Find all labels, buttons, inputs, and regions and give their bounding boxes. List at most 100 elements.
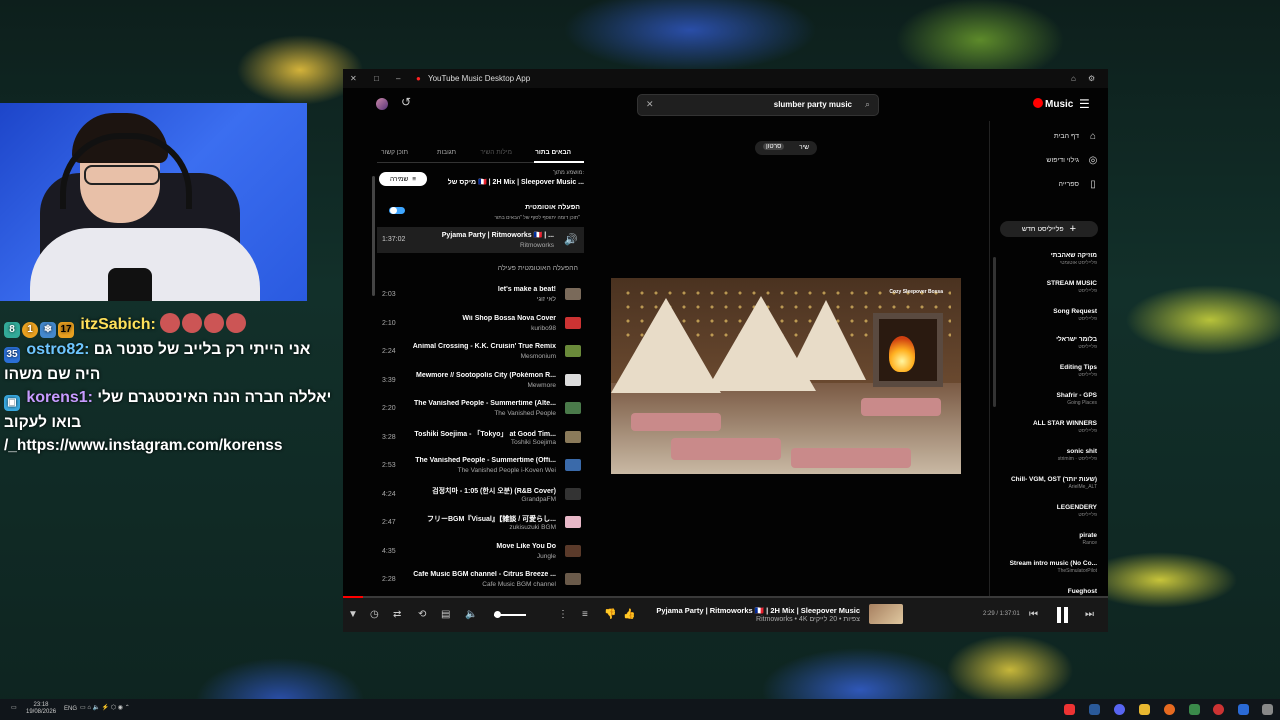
queue-item-artist: Cafe Music BGM channel <box>482 581 556 588</box>
shuffle-icon[interactable]: ⇄ <box>393 609 401 620</box>
maximize-icon[interactable]: □ <box>374 74 379 83</box>
notification-icon[interactable]: ▭ <box>11 704 17 711</box>
track-thumbnail[interactable] <box>869 604 903 624</box>
queue-item[interactable]: 3:28 Toshiki Soejima - 「Tokyo」 at Good Ti… <box>377 426 584 452</box>
playlist-item[interactable]: ALL STAR WINNERS פלייליסט <box>1002 420 1097 434</box>
avatar[interactable] <box>376 98 388 110</box>
search-icon[interactable]: ⌕ <box>865 99 870 110</box>
close-icon[interactable]: ✕ <box>350 74 357 83</box>
track-title[interactable]: Pyjama Party | Ritmoworks 🇫🇷 | 2H Mix | … <box>656 606 860 615</box>
queue-item[interactable]: 2:24 Animal Crossing - K.K. Cruisin' True… <box>377 340 584 366</box>
video-player[interactable]: Cozy Sleepover Bossa <box>611 278 961 474</box>
queue-item[interactable]: 2:03 let's make a beat! לאי זוגי <box>377 283 584 309</box>
now-playing-row[interactable]: 1:37:02 Pyjama Party | Ritmoworks 🇫🇷 | .… <box>377 227 584 253</box>
queue-item-title: let's make a beat! <box>497 286 556 293</box>
ytmusic-logo[interactable]: Music <box>1033 98 1073 110</box>
new-playlist-button[interactable]: פלייליסט חדש + <box>1000 221 1098 237</box>
like-icon[interactable]: 👍 <box>623 609 635 620</box>
playlist-item[interactable]: LEGENDERY פלייליסט <box>1002 504 1097 518</box>
progress-bar[interactable] <box>343 596 1108 598</box>
explore-icon: ◎ <box>1088 154 1098 166</box>
captions-icon[interactable]: ▤ <box>441 609 450 620</box>
tab-comments[interactable]: תגובות <box>437 149 456 156</box>
sidebar-item-home[interactable]: דף הבית ⌂ <box>1054 129 1099 143</box>
playlist-item[interactable]: sonic shit strimim · פלייליסט <box>1002 448 1097 462</box>
repeat-icon[interactable]: ⟲ <box>418 609 426 620</box>
previous-icon[interactable]: ⏮ <box>1029 609 1038 620</box>
playlist-subtitle: ArielMe_ALT <box>1068 484 1097 490</box>
queue-item-duration: 4:35 <box>382 547 396 555</box>
more-icon[interactable]: ⋮ <box>558 609 568 620</box>
language-indicator[interactable]: ENG <box>64 706 77 712</box>
discord-taskbar-icon[interactable] <box>1114 704 1125 715</box>
playlist-item[interactable]: Song Request פלייליסט <box>1002 308 1097 322</box>
cube-badge-icon: ▣ <box>4 395 20 411</box>
sidebar-item-explore[interactable]: גילוי ודיפוש ◎ <box>1046 153 1099 167</box>
dislike-icon[interactable]: 👎 <box>604 609 616 620</box>
queue-icon[interactable]: ≡ <box>582 609 588 620</box>
tier-badge-icon: 17 <box>58 322 74 338</box>
autoplay-toggle[interactable] <box>389 207 405 214</box>
playlist-item[interactable]: Editing Tips פלייליסט <box>1002 364 1097 378</box>
tray-icons[interactable]: ▭ ⌂ 🔈 ⚡ ⬡ ◉ ⌃ <box>80 704 130 711</box>
tab-up-next[interactable]: הבאים בתור <box>535 149 571 156</box>
app3-taskbar-icon[interactable] <box>1262 704 1273 715</box>
emote-icon <box>182 313 203 333</box>
folder-taskbar-icon[interactable] <box>1139 704 1150 715</box>
timer-icon[interactable]: ◷ <box>370 609 379 620</box>
menu-icon[interactable]: ☰ <box>1079 97 1090 111</box>
video-toggle[interactable]: סרטון <box>763 143 785 150</box>
queue-item[interactable]: 2:53 The Vanished People - Summertime (Of… <box>377 454 584 480</box>
playlist-item[interactable]: pirate Rance <box>1002 532 1097 546</box>
queue-item[interactable]: 2:20 The Vanished People - Summertime (Al… <box>377 397 584 423</box>
queue-item[interactable]: 4:35 Move Like You Do Jungle <box>377 540 584 566</box>
ytmusic-taskbar-icon[interactable] <box>1064 704 1075 715</box>
next-icon[interactable]: ⏭ <box>1085 609 1094 620</box>
clear-search-icon[interactable]: ✕ <box>646 99 654 110</box>
playlist-item[interactable]: מוזיקה שאהבתי פלייליסט אוטומטי <box>1002 252 1097 266</box>
queue-item-artist: The Vanished People <box>494 410 556 417</box>
sidebar-scrollbar[interactable] <box>993 257 996 407</box>
save-button[interactable]: שמירה ≡ <box>379 172 427 186</box>
queue-item[interactable]: 3:39 Mewmore // Sootopolis City (Pokémon … <box>377 369 584 395</box>
playlist-item[interactable]: Stream intro music (No Co... TheSimulator… <box>1002 560 1097 574</box>
sidebar-item-library[interactable]: ספרייה ▯ <box>1059 177 1099 191</box>
queue-item[interactable]: 4:24 검정치마 - 1:05 (한시 오분) (R&B Cover) Grand… <box>377 483 584 509</box>
playlist-item[interactable]: Chill- VGM, OST (שעות יותר) ArielMe_ALT <box>1002 476 1097 490</box>
minimize-icon[interactable]: – <box>396 74 400 83</box>
queue-item[interactable]: 2:28 Cafe Music BGM channel - Citrus Bree… <box>377 568 584 594</box>
home-small-icon[interactable]: ⌂ <box>1071 74 1076 83</box>
queue-item[interactable]: 2:10 Wii Shop Bossa Nova Cover kuribo98 <box>377 312 584 338</box>
obs-taskbar-icon[interactable] <box>1213 704 1224 715</box>
app2-taskbar-icon[interactable] <box>1238 704 1249 715</box>
clock[interactable]: 23:18 19/08/2026 <box>26 702 56 716</box>
tab-lyrics[interactable]: מילות השיר <box>480 149 512 156</box>
tab-related[interactable]: תוכן קשור <box>381 149 408 156</box>
volume-icon[interactable]: 🔈 <box>465 609 477 620</box>
queue-item-title: Move Like You Do <box>496 542 556 550</box>
playlist-subtitle: strimim · פלייליסט <box>1057 456 1097 462</box>
playlist-item[interactable]: STREAM MUSIC פלייליסט <box>1002 280 1097 294</box>
song-toggle[interactable]: שיר <box>799 144 809 151</box>
playlist-item[interactable]: Fueghost <box>1002 588 1097 596</box>
queue-item-title: Mewmore // Sootopolis City (Pokémon R... <box>415 371 556 379</box>
expand-icon[interactable]: ▼ <box>348 609 358 620</box>
app-taskbar-icon[interactable] <box>1189 704 1200 715</box>
source-title: מיקס של 🇫🇷 | 2H Mix | Sleepover Music ..… <box>447 179 584 186</box>
firefox-taskbar-icon[interactable] <box>1164 704 1175 715</box>
time-display: 2:29 / 1:37:01 <box>983 611 1020 617</box>
search-input[interactable]: slumber party music <box>774 100 852 109</box>
playlist-item[interactable]: Shafrir - GPS Going Places <box>1002 392 1097 406</box>
volume-slider[interactable] <box>494 611 526 618</box>
history-icon[interactable]: ↺ <box>401 95 411 109</box>
queue-scrollbar[interactable] <box>372 176 375 296</box>
song-video-toggle: שיר סרטון <box>755 141 817 155</box>
chat-message: ▣ korens1: יאללה חברה הנה האינסטגרם שלי … <box>4 386 334 457</box>
steam-taskbar-icon[interactable] <box>1089 704 1100 715</box>
gift-badge-icon: ❄ <box>40 322 56 338</box>
pause-button[interactable] <box>1056 607 1070 623</box>
playlist-item[interactable]: בלומר ישראלי פלייליסט <box>1002 336 1097 350</box>
settings-icon[interactable]: ⚙ <box>1088 74 1095 83</box>
queue-item[interactable]: 2:47 フリーBGM『Visual』【雑談 / 可愛らし... zukisuzuk… <box>377 511 584 537</box>
search-box[interactable]: ✕ slumber party music ⌕ <box>637 94 879 116</box>
